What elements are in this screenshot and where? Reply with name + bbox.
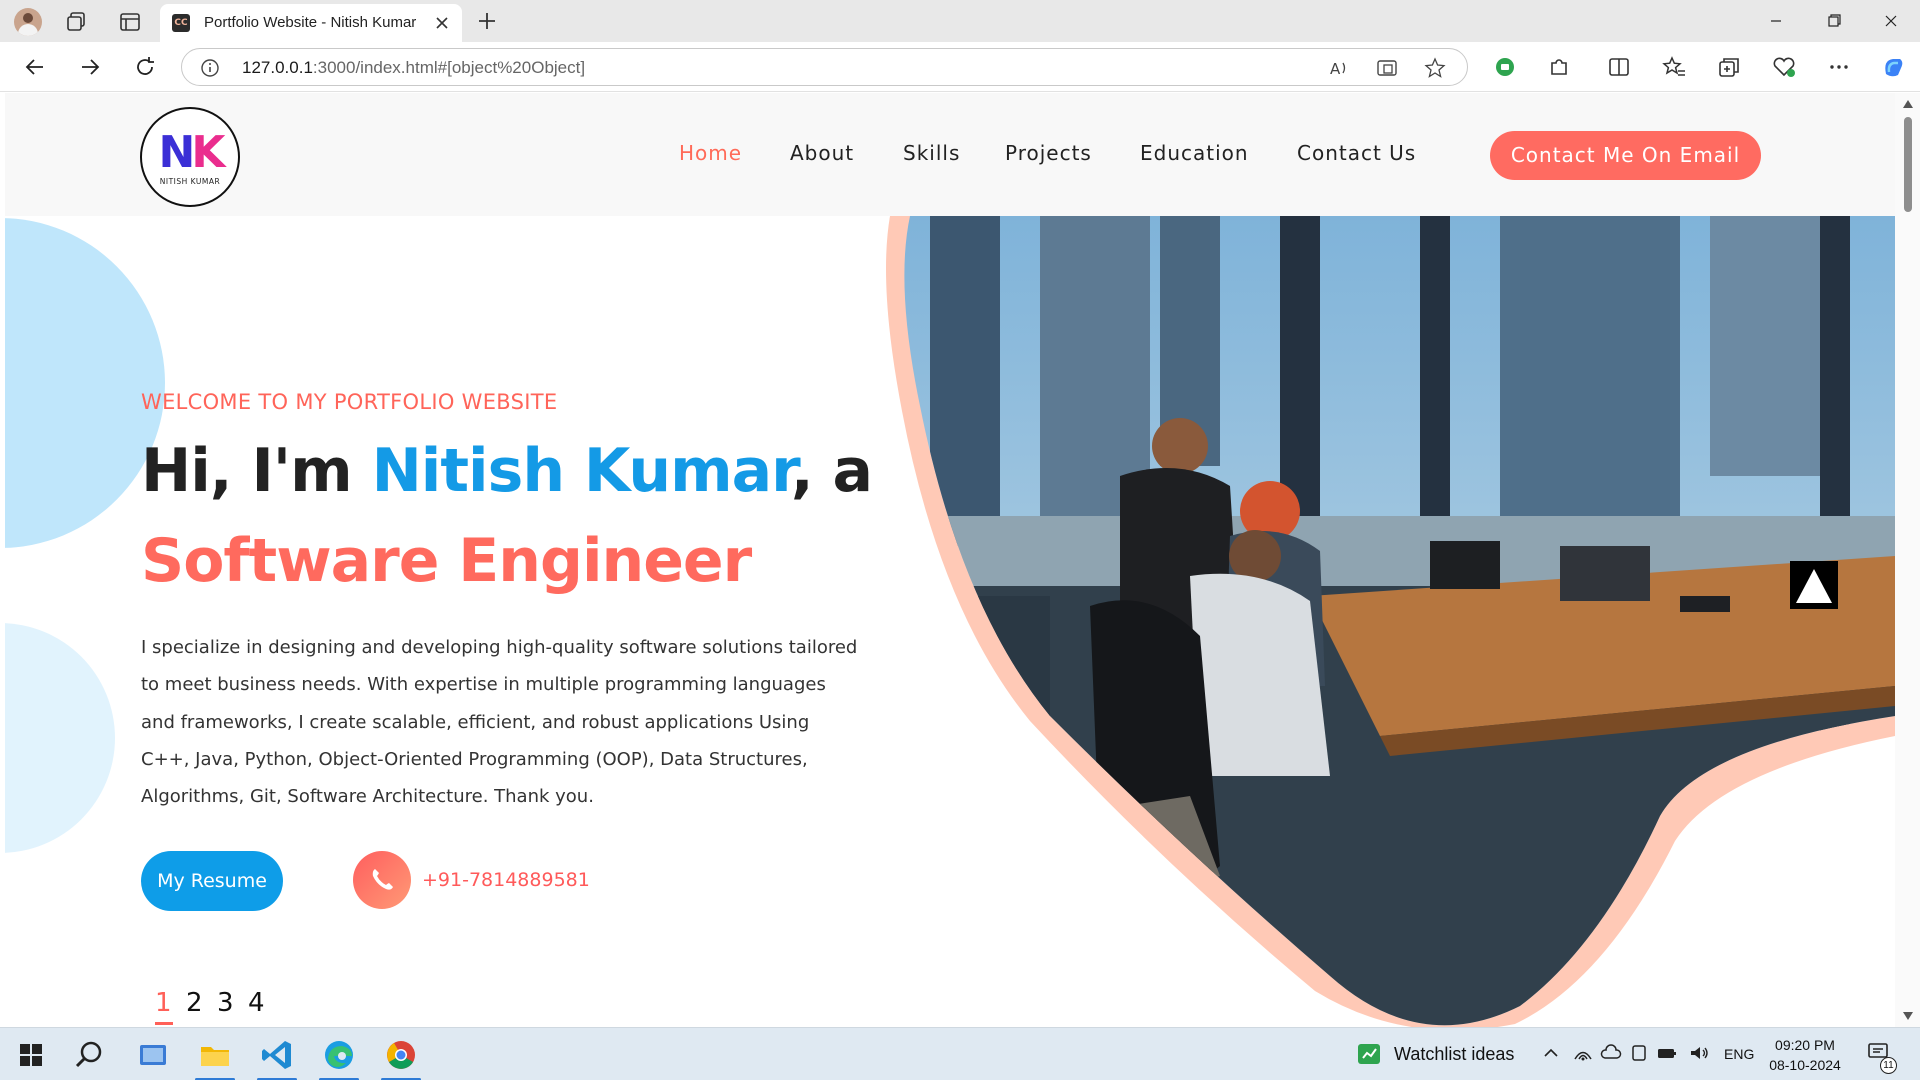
pager-active-indicator [155, 1022, 173, 1025]
tab-title: Portfolio Website - Nitish Kumar [204, 14, 417, 31]
nav-about[interactable]: About [790, 141, 854, 165]
meet-now-icon[interactable] [1628, 1042, 1650, 1064]
hero-role: Software Engineer [141, 526, 752, 596]
tab-favicon-icon: CC [172, 14, 190, 32]
hero-name: Nitish Kumar [371, 436, 792, 506]
minimize-icon[interactable] [1747, 0, 1805, 42]
volume-icon[interactable] [1688, 1042, 1710, 1064]
immersive-reader-icon[interactable] [1376, 57, 1398, 79]
pager-2[interactable]: 2 [186, 988, 203, 1018]
more-options-icon[interactable] [1826, 54, 1852, 80]
clock[interactable]: 09:20 PM 08-10-2024 [1762, 1035, 1848, 1075]
search-icon[interactable] [70, 1036, 108, 1074]
watchlist-widget-text[interactable]: Watchlist ideas [1394, 1044, 1514, 1065]
clock-time: 09:20 PM [1775, 1037, 1835, 1053]
task-view-icon[interactable] [134, 1036, 172, 1074]
welcome-text: WELCOME TO MY PORTFOLIO WEBSITE [141, 390, 558, 414]
start-icon[interactable] [12, 1036, 50, 1074]
logo-name: NITISH KUMAR [159, 177, 221, 186]
nav-contact-us[interactable]: Contact Us [1297, 141, 1416, 165]
scroll-thumb[interactable] [1904, 117, 1912, 212]
phone-icon[interactable] [353, 851, 411, 909]
url-path: :3000/index.html#[object%20Object] [312, 58, 586, 77]
url-host: 127.0.0.1 [242, 58, 313, 77]
chrome-icon[interactable] [382, 1036, 420, 1074]
tab-actions-icon[interactable] [117, 9, 143, 35]
extension-green-icon[interactable] [1492, 54, 1518, 80]
extensions-puzzle-icon[interactable] [1546, 54, 1572, 80]
watchlist-widget-icon[interactable] [1356, 1041, 1382, 1067]
nav-home[interactable]: Home [679, 141, 742, 165]
restore-icon[interactable] [1805, 0, 1863, 42]
workspaces-icon[interactable] [64, 9, 90, 35]
windows-taskbar: Watchlist ideas ENG 09:20 PM 08-10-2024 … [0, 1027, 1920, 1080]
page-scrollbar[interactable] [1895, 93, 1920, 1027]
phone-number[interactable]: +91-7814889581 [422, 869, 590, 891]
hero-greeting: Hi, I'm Nitish Kumar, a [141, 436, 873, 506]
hero-office-image [886, 216, 1895, 1027]
favorites-icon[interactable] [1661, 54, 1687, 80]
profile-avatar[interactable] [14, 8, 42, 36]
scroll-down-icon[interactable] [1902, 1011, 1914, 1021]
url-text: 127.0.0.1:3000/index.html#[object%20Obje… [242, 58, 585, 78]
pager-4[interactable]: 4 [248, 988, 265, 1018]
close-tab-icon[interactable] [432, 13, 452, 33]
nav-skills[interactable]: Skills [903, 141, 960, 165]
portfolio-page: NK NITISH KUMAR Home About Skills Projec… [5, 93, 1895, 1027]
notification-count-badge: 11 [1880, 1057, 1897, 1074]
browser-toolbar: 127.0.0.1:3000/index.html#[object%20Obje… [0, 42, 1920, 92]
site-header: NK NITISH KUMAR Home About Skills Projec… [5, 93, 1895, 216]
pager-3[interactable]: 3 [217, 988, 234, 1018]
browser-essentials-icon[interactable] [1771, 54, 1797, 80]
edge-icon[interactable] [320, 1036, 358, 1074]
hero-bio: I specialize in designing and developing… [141, 637, 858, 808]
network-icon[interactable] [1572, 1042, 1594, 1064]
address-bar[interactable]: 127.0.0.1:3000/index.html#[object%20Obje… [181, 48, 1468, 86]
battery-icon[interactable] [1656, 1042, 1678, 1064]
nav-education[interactable]: Education [1140, 141, 1249, 165]
forward-icon[interactable] [77, 54, 103, 80]
file-explorer-icon[interactable] [196, 1036, 234, 1074]
clock-date: 08-10-2024 [1769, 1057, 1841, 1073]
decor-blue-blob-small [5, 623, 115, 853]
copilot-icon[interactable] [1880, 54, 1906, 80]
contact-email-button[interactable]: Contact Me On Email [1490, 131, 1761, 180]
site-logo[interactable]: NK NITISH KUMAR [140, 107, 240, 207]
scroll-up-icon[interactable] [1902, 99, 1914, 109]
split-screen-icon[interactable] [1606, 54, 1632, 80]
tab-portfolio[interactable]: CC Portfolio Website - Nitish Kumar [160, 4, 462, 42]
new-tab-icon[interactable] [474, 8, 500, 34]
favorite-star-icon[interactable] [1424, 57, 1446, 79]
logo-initials: NK [158, 127, 226, 178]
collections-icon[interactable] [1716, 54, 1742, 80]
refresh-icon[interactable] [132, 54, 158, 80]
back-icon[interactable] [22, 54, 48, 80]
show-hidden-icons-icon[interactable] [1540, 1042, 1562, 1064]
site-info-icon[interactable] [200, 58, 220, 78]
svg-text:A: A [1330, 60, 1341, 78]
pager-1[interactable]: 1 [155, 988, 172, 1018]
resume-button[interactable]: My Resume [141, 851, 283, 911]
language-indicator[interactable]: ENG [1724, 1046, 1754, 1062]
vpn-cloud-icon[interactable] [1600, 1042, 1622, 1064]
read-aloud-icon[interactable]: A [1328, 57, 1350, 79]
nav-projects[interactable]: Projects [1005, 141, 1092, 165]
close-window-icon[interactable] [1862, 0, 1920, 42]
browser-tab-strip: CC Portfolio Website - Nitish Kumar [0, 0, 1920, 42]
vscode-icon[interactable] [258, 1036, 296, 1074]
